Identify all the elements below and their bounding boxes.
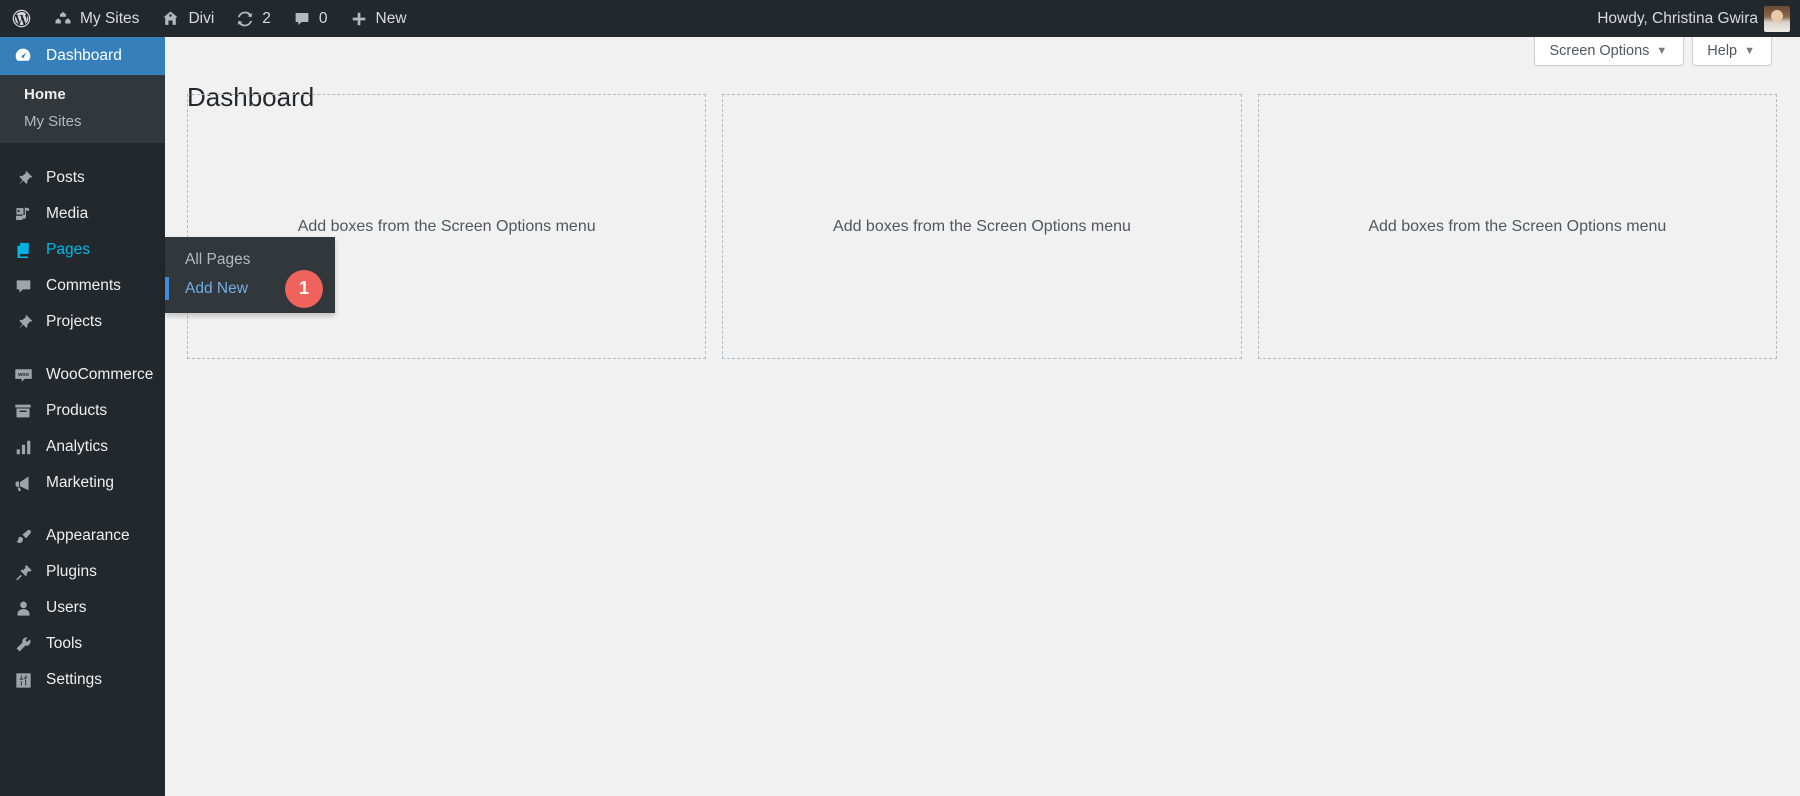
sidebar-item-tools-label: Tools [46, 635, 83, 653]
sidebar-item-settings-label: Settings [46, 671, 103, 689]
wrench-icon [12, 634, 34, 654]
comment-bubble-icon [293, 10, 311, 28]
chevron-down-icon: ▼ [1656, 45, 1668, 57]
sidebar-subitem-home[interactable]: Home [0, 81, 165, 108]
dashboard-icon [12, 46, 34, 66]
sidebar-item-woocommerce-label: WooCommerce [46, 366, 154, 384]
sidebar-item-media[interactable]: Media [0, 196, 165, 232]
sidebar-item-plugins-label: Plugins [46, 563, 97, 581]
empty-column-placeholder: Add boxes from the Screen Options menu [833, 217, 1131, 235]
sidebar-item-comments[interactable]: Comments [0, 268, 165, 304]
sidebar-item-settings[interactable]: Settings [0, 662, 165, 698]
dashboard-widget-columns: Add boxes from the Screen Options menu A… [187, 94, 1777, 359]
updates-icon [236, 10, 254, 28]
sidebar-subitem-my-sites[interactable]: My Sites [0, 108, 165, 135]
wordpress-logo-icon [11, 8, 32, 29]
pages-icon [12, 240, 34, 260]
sidebar-item-appearance[interactable]: Appearance [0, 518, 165, 554]
screen-meta-links: Screen Options ▼ Help ▼ [1534, 37, 1772, 66]
admin-bar: My Sites Divi 2 0 New Howdy, Christina G… [0, 0, 1800, 37]
media-icon [12, 204, 34, 224]
sidebar-item-analytics-label: Analytics [46, 438, 109, 456]
screen-options-label: Screen Options [1549, 43, 1650, 59]
admin-sidebar-menu: Dashboard Home My Sites Posts Media Page… [0, 37, 173, 796]
avatar[interactable] [1764, 5, 1790, 32]
sidebar-item-appearance-label: Appearance [46, 527, 130, 545]
sidebar-subitem-my-sites-label: My Sites [24, 113, 82, 130]
empty-column-placeholder: Add boxes from the Screen Options menu [297, 217, 596, 235]
sidebar-item-pages[interactable]: Pages [0, 232, 165, 268]
sidebar-item-dashboard-label: Dashboard [46, 47, 122, 65]
menu-separator-1 [0, 143, 165, 160]
home-icon [161, 9, 180, 28]
sidebar-item-users-label: Users [46, 599, 87, 617]
admin-bar-site-name[interactable]: Divi [150, 0, 225, 37]
sidebar-item-projects-label: Projects [46, 313, 102, 331]
comment-icon [12, 276, 34, 296]
sidebar-item-comments-label: Comments [46, 277, 121, 295]
sidebar-item-pages-label: Pages [46, 241, 90, 259]
sidebar-item-marketing-label: Marketing [46, 474, 115, 492]
admin-bar-account[interactable]: Howdy, Christina Gwira [1586, 0, 1764, 37]
plus-icon [350, 10, 368, 28]
dashboard-column-1[interactable]: Add boxes from the Screen Options menu [187, 94, 707, 359]
sidebar-item-users[interactable]: Users [0, 590, 165, 626]
products-icon [12, 401, 34, 421]
admin-bar-comments-count: 0 [318, 9, 328, 27]
step-badge: 1 [285, 269, 323, 308]
paintbrush-icon [12, 526, 34, 546]
howdy-greeting: Howdy, Christina Gwira [1597, 9, 1758, 27]
admin-bar-site-name-label: Divi [188, 9, 215, 27]
wordpress-logo-menu[interactable] [0, 0, 43, 37]
dashboard-column-2[interactable]: Add boxes from the Screen Options menu [722, 94, 1242, 359]
sidebar-item-marketing[interactable]: Marketing [0, 465, 165, 501]
user-icon [12, 598, 34, 618]
sidebar-item-posts-label: Posts [46, 169, 85, 187]
help-button[interactable]: Help ▼ [1692, 37, 1772, 66]
menu-separator-2 [0, 340, 165, 357]
flyout-item-add-new-label: Add New [185, 279, 248, 297]
sidebar-item-products-label: Products [46, 402, 108, 420]
sidebar-item-analytics[interactable]: Analytics [0, 429, 165, 465]
admin-bar-comments[interactable]: 0 [282, 0, 339, 37]
sidebar-item-projects[interactable]: Projects [0, 304, 165, 340]
plug-icon [12, 562, 34, 582]
flyout-item-add-new[interactable]: Add New 1 [165, 269, 335, 308]
dashboard-body: Screen Options ▼ Help ▼ Dashboard Add bo… [165, 37, 1800, 796]
sidebar-item-dashboard[interactable]: Dashboard [0, 37, 173, 75]
my-sites-icon [54, 10, 72, 28]
admin-bar-new-content[interactable]: New [339, 0, 418, 37]
pin-icon [12, 312, 34, 332]
menu-separator-3 [0, 501, 165, 518]
admin-bar-new-label: New [375, 9, 407, 27]
sidebar-item-products[interactable]: Products [0, 393, 165, 429]
sliders-icon [12, 670, 34, 690]
sidebar-item-media-label: Media [46, 205, 89, 223]
help-label: Help [1707, 43, 1738, 59]
sidebar-item-woocommerce[interactable]: woo WooCommerce [0, 357, 165, 393]
admin-bar-updates[interactable]: 2 [225, 0, 282, 37]
sidebar-item-tools[interactable]: Tools [0, 626, 165, 662]
admin-bar-my-sites-label: My Sites [80, 9, 140, 27]
dashboard-column-3[interactable]: Add boxes from the Screen Options menu [1257, 94, 1777, 359]
dashboard-submenu: Home My Sites [0, 75, 165, 143]
svg-text:woo: woo [17, 372, 30, 378]
sidebar-item-posts[interactable]: Posts [0, 160, 165, 196]
chevron-down-icon: ▼ [1744, 45, 1755, 57]
admin-bar-my-sites[interactable]: My Sites [43, 0, 150, 37]
sidebar-subitem-home-label: Home [24, 86, 66, 103]
megaphone-icon [12, 473, 34, 493]
pin-icon [12, 168, 34, 188]
woocommerce-icon: woo [12, 365, 34, 385]
analytics-icon [12, 437, 34, 457]
sidebar-item-plugins[interactable]: Plugins [0, 554, 165, 590]
admin-bar-updates-count: 2 [262, 9, 271, 27]
empty-column-placeholder: Add boxes from the Screen Options menu [1368, 217, 1667, 235]
screen-options-button[interactable]: Screen Options ▼ [1534, 37, 1685, 66]
flyout-item-all-pages-label: All Pages [185, 250, 251, 268]
pages-flyout-submenu: All Pages Add New 1 [165, 237, 335, 313]
